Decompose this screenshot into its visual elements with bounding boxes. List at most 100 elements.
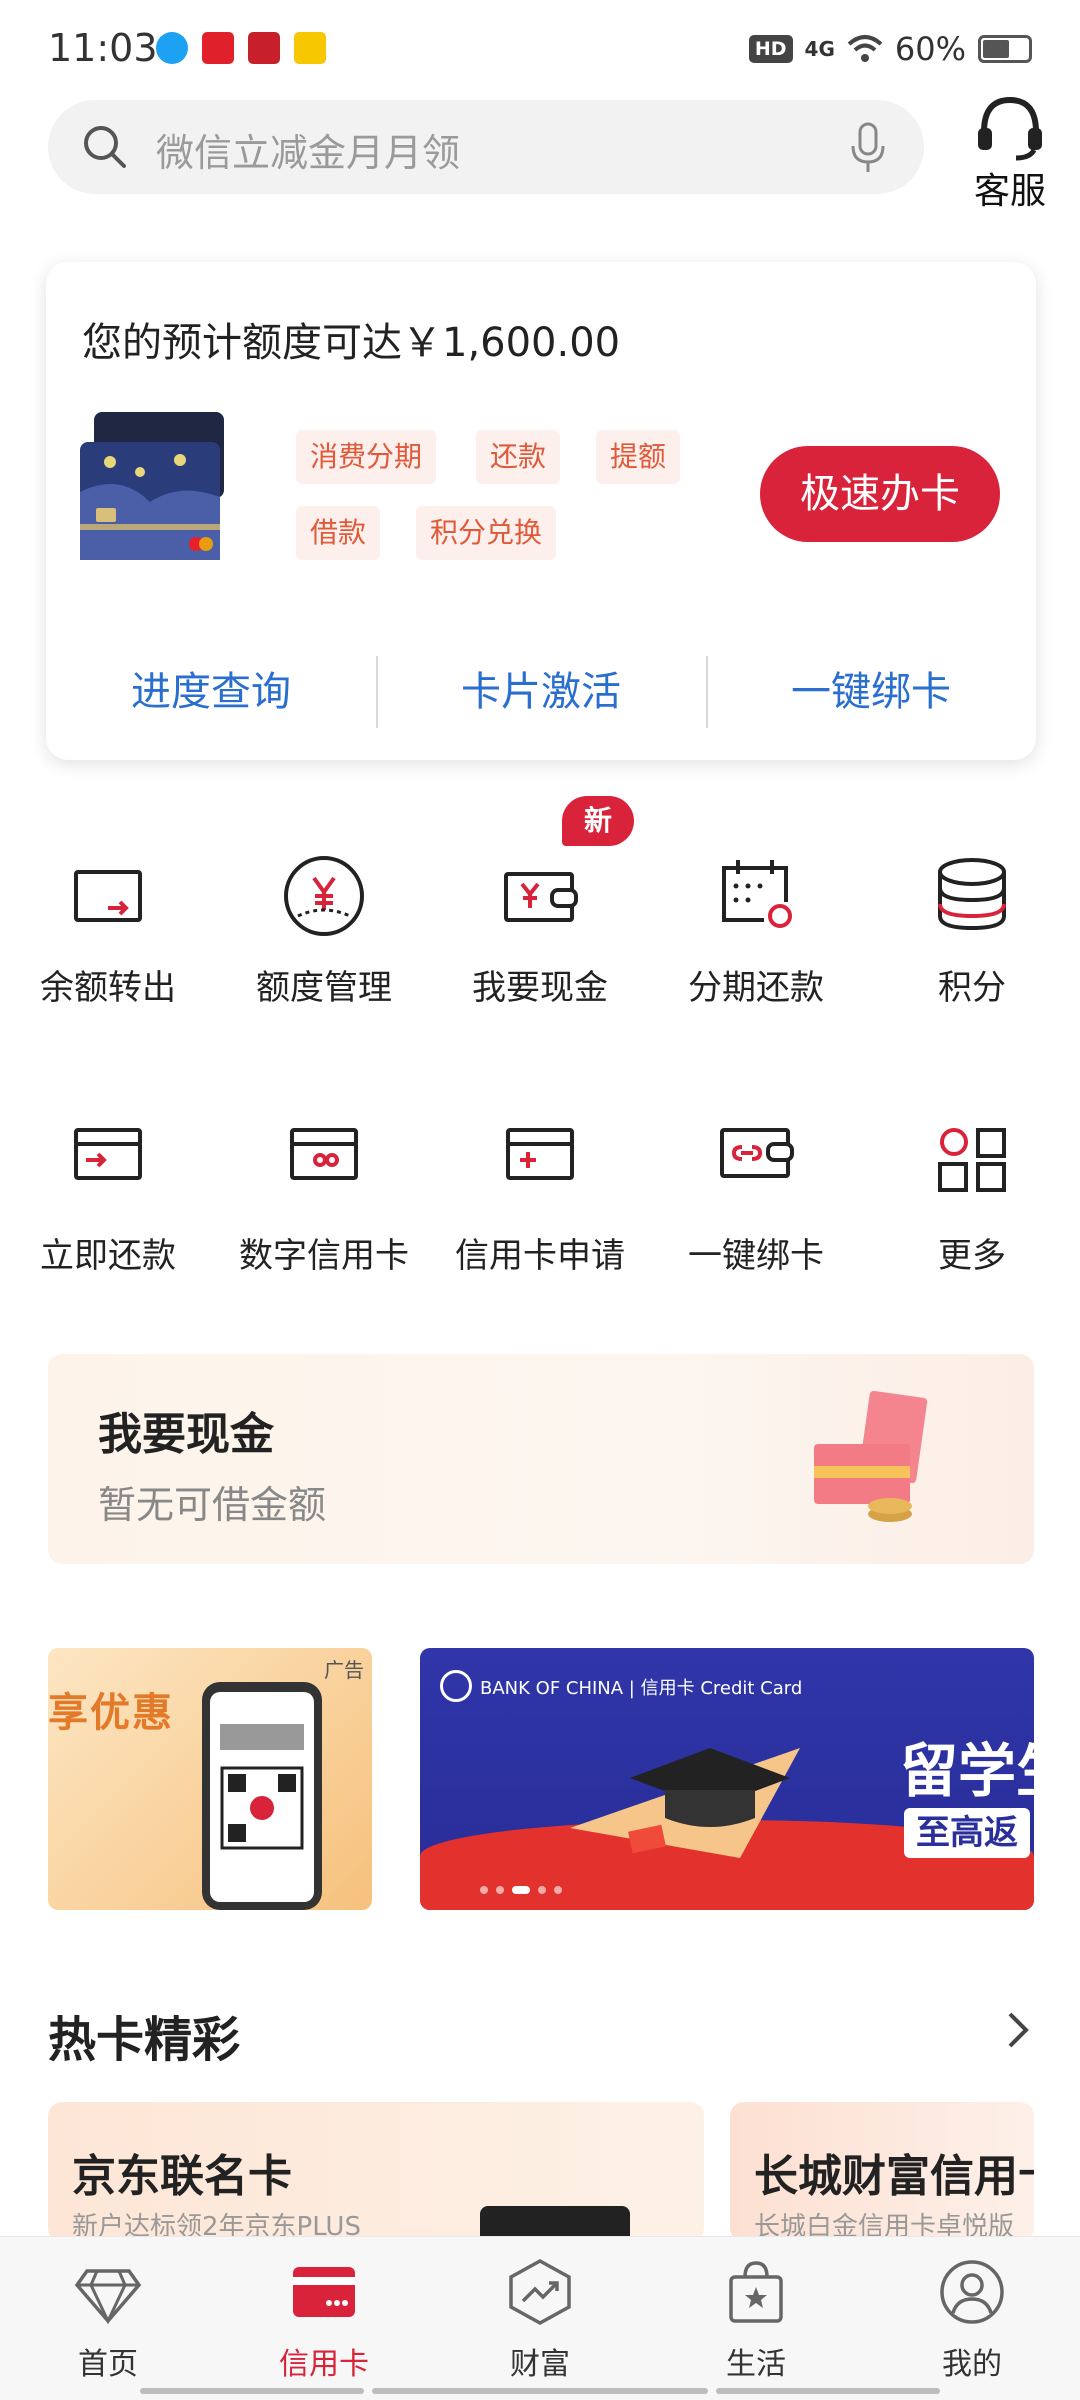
- tag-loan[interactable]: 借款: [296, 506, 381, 560]
- tab-credit-card[interactable]: 信用卡: [216, 2237, 432, 2400]
- card-repay-icon: [74, 1128, 142, 1180]
- grid-label: 信用卡申请: [455, 1236, 625, 1276]
- grid-item-cash[interactable]: 我要现金: [432, 848, 648, 1009]
- hot-card-name: 长城财富信用卡: [754, 2151, 1034, 2202]
- hd-icon: HD: [748, 35, 793, 63]
- ad-left-text: 享优惠: [48, 1690, 174, 1736]
- carousel-dot: [554, 1886, 562, 1894]
- tab-label: 首页: [78, 2347, 138, 2382]
- gesture-bar: [372, 2388, 708, 2394]
- grid-item-limit-management[interactable]: 额度管理: [216, 848, 432, 1009]
- function-grid-row-2: 立即还款 数字信用卡 信用卡申请 一键绑卡 更多: [0, 1116, 1080, 1277]
- tag-installment[interactable]: 消费分期: [296, 430, 437, 484]
- cash-loan-banner[interactable]: 我要现金 暂无可借金额: [48, 1354, 1034, 1564]
- quick-apply-button[interactable]: 极速办卡: [760, 446, 1000, 542]
- credit-card-image: [80, 412, 224, 560]
- hot-card-greatwall[interactable]: 长城财富信用卡 长城白金信用卡卓悦版: [730, 2102, 1034, 2242]
- graduation-cap-illustration: [570, 1748, 800, 1858]
- wealth-chart-icon: [509, 2259, 571, 2325]
- user-icon: [940, 2260, 1004, 2324]
- tab-label: 生活: [726, 2347, 786, 2382]
- tab-wealth[interactable]: 财富: [432, 2237, 648, 2400]
- grid-item-bind-card[interactable]: 一键绑卡: [648, 1116, 864, 1277]
- grid-item-repay-now[interactable]: 立即还款: [0, 1116, 216, 1277]
- credit-card-icon: [293, 2267, 355, 2317]
- tab-life[interactable]: 生活: [648, 2237, 864, 2400]
- grid-item-digital-card[interactable]: 数字信用卡: [216, 1116, 432, 1277]
- tag-raise-limit[interactable]: 提额: [596, 430, 681, 484]
- card-activation-link[interactable]: 卡片激活: [376, 652, 706, 732]
- tag-repayment[interactable]: 还款: [476, 430, 561, 484]
- search-placeholder: 微信立减金月月领: [156, 131, 461, 175]
- shopping-bag-icon: [729, 2261, 783, 2323]
- app-notification-icon: [248, 32, 280, 64]
- battery-fill: [983, 40, 1009, 58]
- grid-label: 分期还款: [688, 968, 824, 1008]
- bind-card-link[interactable]: 一键绑卡: [706, 652, 1036, 732]
- ad-label: 广告: [324, 1658, 364, 1682]
- status-indicators: HD 4G 60%: [748, 30, 1032, 68]
- more-apps-icon: [938, 1128, 1006, 1192]
- hot-card-jd[interactable]: 京东联名卡 新户达标领2年京东PLUS: [48, 2102, 704, 2242]
- search-input[interactable]: 微信立减金月月领: [48, 100, 924, 194]
- qq-notification-icon: [156, 32, 188, 64]
- grid-label: 立即还款: [40, 1236, 176, 1276]
- bottom-tab-bar: 首页 信用卡 财富 生活 我的: [0, 2236, 1080, 2400]
- coin-stack-icon: [938, 858, 1006, 931]
- headset-icon: [978, 96, 1042, 161]
- tab-mine[interactable]: 我的: [864, 2237, 1080, 2400]
- wifi-icon: [847, 35, 883, 62]
- carousel-dot: [538, 1886, 546, 1894]
- tag-points-exchange[interactable]: 积分兑换: [416, 506, 557, 560]
- tab-home[interactable]: 首页: [0, 2237, 216, 2400]
- function-grid-row-1: 余额转出 额度管理 我要现金 分期还款 积分: [0, 848, 1080, 1009]
- link-card-icon: [720, 1128, 794, 1178]
- credit-limit-card: 您的预计额度可达￥1,600.00 消费分期 还款 提额 借款 积分兑换 极速办…: [46, 262, 1036, 760]
- grid-item-balance-transfer[interactable]: 余额转出: [0, 848, 216, 1009]
- ad-headline: 留学生: [900, 1737, 1034, 1805]
- grid-label: 更多: [938, 1236, 1006, 1276]
- tab-label: 信用卡: [279, 2347, 369, 2382]
- grid-label: 我要现金: [472, 968, 608, 1008]
- grid-label: 数字信用卡: [239, 1236, 409, 1276]
- card-apply-icon: [506, 1128, 574, 1180]
- status-bar: 11:03 HD 4G 60%: [0, 0, 1080, 100]
- bank-logo-icon: [440, 1670, 472, 1702]
- grid-item-points[interactable]: 积分: [864, 848, 1080, 1009]
- ad-banner-study-abroad[interactable]: BANK OF CHINA | 信用卡 Credit Card 留学生 至高返: [420, 1648, 1034, 1910]
- gesture-bar: [716, 2388, 940, 2394]
- cash-card-icon: [504, 872, 578, 922]
- credit-limit-text: 您的预计额度可达￥1,600.00: [82, 320, 621, 366]
- card-actions: 进度查询 卡片激活 一键绑卡: [46, 652, 1036, 732]
- carousel-dot: [480, 1886, 488, 1894]
- battery-percent: 60%: [894, 30, 966, 68]
- phone-qr-illustration: [202, 1682, 322, 1910]
- grid-item-installment-repayment[interactable]: 分期还款: [648, 848, 864, 1009]
- ad-banner-qr-pay[interactable]: 享优惠 广告: [48, 1648, 372, 1910]
- grid-label: 额度管理: [256, 968, 392, 1008]
- battery-icon: [978, 35, 1032, 63]
- notification-icons: [156, 32, 326, 64]
- money-stack-illustration: [814, 1390, 928, 1522]
- grid-label: 余额转出: [40, 968, 176, 1008]
- cash-subtitle: 暂无可借金额: [98, 1483, 327, 1527]
- grid-item-card-application[interactable]: 信用卡申请: [432, 1116, 648, 1277]
- customer-service-button[interactable]: 客服: [960, 92, 1060, 214]
- status-time: 11:03: [48, 26, 158, 70]
- new-badge: 新: [562, 796, 634, 846]
- digital-card-icon: [290, 1128, 358, 1180]
- carousel-indicator: [480, 1886, 562, 1894]
- wallet-transfer-icon: [74, 870, 142, 922]
- progress-query-link[interactable]: 进度查询: [46, 652, 376, 732]
- carousel-dot-active: [512, 1886, 530, 1894]
- ad-subheadline: 至高返: [904, 1808, 1030, 1858]
- grid-label: 积分: [938, 968, 1006, 1008]
- grid-item-more[interactable]: 更多: [864, 1116, 1080, 1277]
- ad-bank-logo-text: BANK OF CHINA | 信用卡 Credit Card: [480, 1678, 803, 1699]
- microphone-icon[interactable]: [848, 122, 888, 174]
- yen-gauge-icon: [284, 856, 364, 936]
- chevron-right-icon[interactable]: [1000, 2008, 1036, 2052]
- customer-service-label: 客服: [973, 171, 1046, 212]
- gesture-bar: [140, 2388, 364, 2394]
- app-notification-icon: [294, 32, 326, 64]
